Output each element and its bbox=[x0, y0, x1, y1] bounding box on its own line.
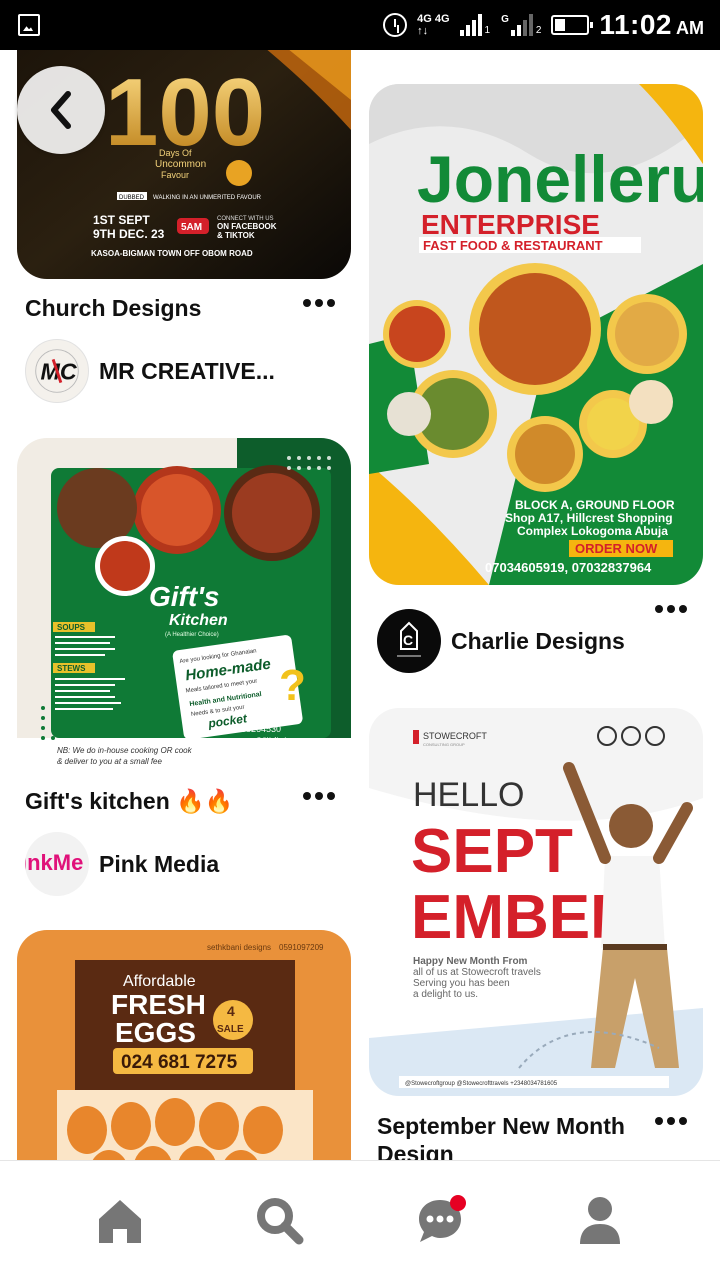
pin-image-fresh-eggs[interactable]: sethkbani designs 0591097209 Affordable … bbox=[17, 930, 351, 1160]
svg-text:KASOA-BIGMAN TOWN OFF OBOM ROA: KASOA-BIGMAN TOWN OFF OBOM ROAD bbox=[91, 249, 253, 258]
home-icon bbox=[99, 1199, 141, 1243]
svg-text:a delight to us.: a delight to us. bbox=[413, 989, 478, 1000]
svg-text:CONSULTING GROUP: CONSULTING GROUP bbox=[423, 742, 465, 747]
chevron-left-icon bbox=[51, 91, 71, 129]
pin-feed[interactable]: 100 Days Of Uncommon Favour DUBBED WALKI… bbox=[0, 50, 720, 1160]
svg-text:Complex Lokogoma Abuja: Complex Lokogoma Abuja bbox=[517, 524, 668, 538]
svg-text:C: C bbox=[403, 632, 413, 648]
svg-text:ENTERPRISE: ENTERPRISE bbox=[421, 209, 600, 240]
gifts-kitchen-flyer-graphic: Gift's Kitchen (A Healthier Choice) SOUP… bbox=[17, 438, 351, 772]
svg-text:Call Us Now!: Call Us Now! bbox=[257, 737, 286, 743]
creator-avatar: C bbox=[377, 609, 441, 673]
fresh-eggs-flyer-graphic: sethkbani designs 0591097209 Affordable … bbox=[17, 930, 351, 1160]
svg-text:EGGS: EGGS bbox=[115, 1017, 196, 1048]
svg-text:0591097209: 0591097209 bbox=[279, 943, 324, 952]
pin-title[interactable]: Church Designs bbox=[25, 294, 201, 322]
svg-text:& TIKTOK: & TIKTOK bbox=[217, 231, 255, 240]
clock: 11:02 AM bbox=[599, 9, 704, 40]
status-bar: 4G 4G ↑↓ 1 G 2 11:02 AM bbox=[0, 0, 720, 50]
svg-text:024 681 7275: 024 681 7275 bbox=[121, 1052, 238, 1073]
svg-text:STEWS: STEWS bbox=[57, 664, 86, 673]
svg-text:Shop A17, Hillcrest Shopping: Shop A17, Hillcrest Shopping bbox=[505, 511, 673, 525]
svg-text:5AM: 5AM bbox=[181, 222, 202, 233]
svg-text:BLOCK A, GROUND FLOOR: BLOCK A, GROUND FLOOR bbox=[515, 498, 675, 512]
nav-messages-button[interactable] bbox=[400, 1181, 480, 1261]
more-options-button[interactable] bbox=[653, 1114, 689, 1128]
battery-icon bbox=[551, 15, 594, 35]
svg-text:sethkbani designs: sethkbani designs bbox=[207, 943, 271, 952]
more-options-button[interactable] bbox=[653, 602, 689, 616]
svg-text:inkMe: inkMe bbox=[25, 850, 83, 875]
svg-text:1ST SEPT: 1ST SEPT bbox=[93, 213, 150, 227]
pin-image-gifts-kitchen[interactable]: Gift's Kitchen (A Healthier Choice) SOUP… bbox=[17, 438, 351, 772]
creator-avatar: inkMe bbox=[25, 832, 89, 896]
gallery-notification-icon bbox=[18, 14, 40, 36]
creator-name: MR CREATIVE... bbox=[99, 357, 275, 384]
creator-name: Pink Media bbox=[99, 850, 220, 877]
creator-avatar: MC bbox=[25, 339, 89, 403]
profile-icon bbox=[580, 1196, 620, 1244]
svg-text:SEPT: SEPT bbox=[411, 817, 573, 886]
svg-text:HELLO: HELLO bbox=[413, 776, 525, 814]
svg-text:Uncommon: Uncommon bbox=[155, 159, 206, 170]
notification-badge bbox=[450, 1194, 466, 1211]
september-flyer-graphic: STOWECROFT CONSULTING GROUP HELLO SEPT E… bbox=[369, 708, 703, 1096]
svg-text:FRESH: FRESH bbox=[111, 989, 206, 1020]
pin-creator[interactable]: inkMe Pink Media bbox=[25, 832, 219, 896]
pin-creator[interactable]: MC MR CREATIVE... bbox=[25, 339, 275, 403]
pin-title[interactable]: September New Month Design bbox=[377, 1112, 647, 1160]
svg-text:ORDER NOW: ORDER NOW bbox=[575, 541, 658, 556]
svg-text:all of us at Stowecroft travel: all of us at Stowecroft travels bbox=[413, 967, 541, 978]
signal-sim2-icon: G 2 bbox=[501, 14, 542, 36]
nav-search-button[interactable] bbox=[240, 1181, 320, 1261]
svg-text:Happy New Month From: Happy New Month From bbox=[413, 956, 528, 967]
pin-creator[interactable]: C Charlie Designs bbox=[377, 609, 625, 673]
svg-text:DUBBED: DUBBED bbox=[119, 195, 145, 201]
nav-home-button[interactable] bbox=[80, 1181, 160, 1261]
svg-text:4: 4 bbox=[227, 1003, 235, 1019]
svg-text:(A Healthier Choice): (A Healthier Choice) bbox=[165, 632, 219, 638]
jonelleru-flyer-graphic: Jonelleru ENTERPRISE FAST FOOD & RESTAUR… bbox=[369, 84, 703, 585]
more-options-button[interactable] bbox=[301, 296, 337, 310]
signal-sim1-icon: 1 bbox=[459, 14, 490, 36]
svg-text:9TH DEC. 23: 9TH DEC. 23 bbox=[93, 227, 165, 241]
svg-text:Days Of: Days Of bbox=[159, 148, 192, 158]
jonelleru-name: Jonelleru bbox=[417, 142, 703, 216]
svg-text:Kitchen: Kitchen bbox=[169, 612, 228, 629]
nav-profile-button[interactable] bbox=[560, 1181, 640, 1261]
svg-text:SOUPS: SOUPS bbox=[57, 623, 86, 632]
svg-text:07034605919, 07032837964: 07034605919, 07032837964 bbox=[485, 560, 652, 575]
pin-image-jonelleru[interactable]: Jonelleru ENTERPRISE FAST FOOD & RESTAUR… bbox=[369, 84, 703, 585]
svg-text:ON FACEBOOK: ON FACEBOOK bbox=[217, 222, 277, 231]
creator-name: Charlie Designs bbox=[451, 627, 625, 654]
pin-image-september[interactable]: STOWECROFT CONSULTING GROUP HELLO SEPT E… bbox=[369, 708, 703, 1096]
svg-text:Favour: Favour bbox=[161, 170, 189, 180]
pin-title[interactable]: Gift's kitchen 🔥🔥 bbox=[25, 787, 233, 815]
svg-text:0558264530: 0558264530 bbox=[231, 724, 281, 734]
alarm-icon bbox=[383, 13, 408, 37]
network-type: 4G 4G ↑↓ bbox=[417, 13, 450, 37]
more-options-button[interactable] bbox=[301, 789, 337, 803]
svg-text:SALE: SALE bbox=[217, 1024, 244, 1035]
svg-text:Gift's: Gift's bbox=[149, 581, 219, 612]
svg-text:& deliver to you at a small fe: & deliver to you at a small fee bbox=[57, 757, 162, 766]
svg-text:NB: We do in-house cooking OR: NB: We do in-house cooking OR cook bbox=[57, 746, 193, 755]
back-button[interactable] bbox=[17, 66, 105, 154]
svg-text:@Stowecroftgroup @Stowecroft: @Stowecroftgroup @Stowecrofttravels +234… bbox=[405, 1081, 558, 1087]
svg-text:?: ? bbox=[279, 661, 306, 710]
svg-text:WALKING IN AN UNMERITED FAVOUR: WALKING IN AN UNMERITED FAVOUR bbox=[153, 195, 262, 201]
svg-text:FAST FOOD & RESTAURANT: FAST FOOD & RESTAURANT bbox=[423, 238, 603, 253]
search-icon bbox=[257, 1197, 304, 1244]
svg-text:Affordable: Affordable bbox=[123, 973, 196, 990]
svg-text:STOWECROFT: STOWECROFT bbox=[423, 731, 487, 741]
charlie-logo-icon: C bbox=[397, 621, 421, 657]
svg-text:Serving you has been: Serving you has been bbox=[413, 978, 510, 989]
bottom-navigation bbox=[0, 1160, 720, 1280]
